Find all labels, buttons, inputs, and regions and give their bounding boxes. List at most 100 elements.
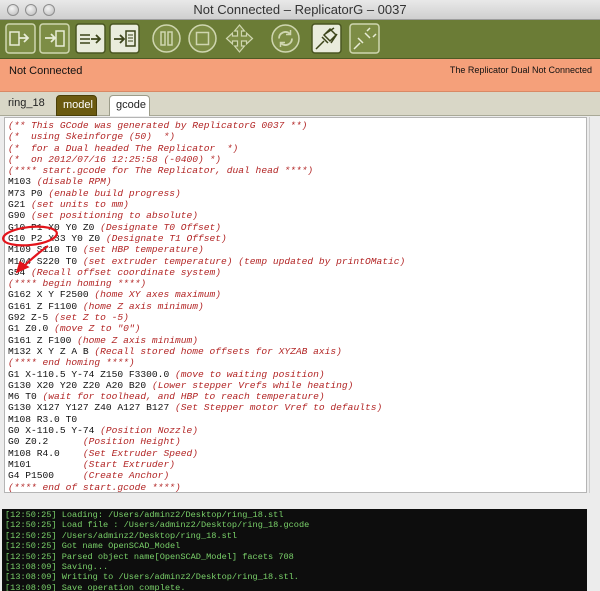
gcode-comment: (Start Extruder) [82, 458, 175, 470]
zoom-window-icon[interactable] [43, 4, 55, 16]
gcode-line: (* on 2012/07/16 12:25:58 (-0400) *) [8, 154, 586, 165]
gcode-line: G0 X-110.5 Y-74 (Position Nozzle) [8, 425, 586, 436]
gcode-comment: (Designate T1 Offset) [105, 232, 227, 244]
gcode-line: M109 S110 T0 (set HBP temperature) [8, 244, 586, 255]
status-bar: Not Connected The Replicator Dual Not Co… [0, 59, 600, 92]
tab-gcode[interactable]: gcode [109, 95, 150, 116]
gcode-comment: (set HBP temperature) [82, 244, 204, 256]
build-to-file-icon [75, 23, 106, 54]
gcode-command: G4 P1500 [8, 470, 83, 482]
gcode-comment: (Recall offset coordinate system) [31, 266, 222, 278]
gcode-line: G1 X-110.5 Y-74 Z150 F3300.0 (move to wa… [8, 369, 586, 380]
minimize-window-icon[interactable] [25, 4, 37, 16]
gcode-command: G10 P1 X0 Y0 Z0 [8, 221, 101, 233]
gcode-line: G130 X127 Y127 Z40 A127 B127 (Set Steppe… [8, 402, 586, 413]
gcode-comment: (Lower stepper Vrefs while heating) [151, 379, 354, 391]
gcode-command: G92 Z-5 [8, 312, 55, 324]
gcode-comment: (Recall stored home offsets for XYZAB ax… [94, 345, 342, 357]
gcode-command: M132 X Y Z A B [8, 345, 95, 357]
gcode-comment: (* for a Dual headed The Replicator *) [8, 142, 239, 154]
gcode-comment: (set positioning to absolute) [31, 210, 198, 222]
gcode-comment: (**** end homing ****) [8, 357, 135, 369]
title-bar: Not Connected – ReplicatorG – 0037 [0, 0, 600, 20]
gcode-line: (**** end homing ****) [8, 357, 586, 368]
gcode-line: G161 Z F100 (home Z axis minimum) [8, 335, 586, 346]
stop-icon [188, 24, 217, 53]
gcode-comment: (Set Extruder Speed) [82, 447, 198, 459]
console-line: [13:08:09] Saving... [5, 561, 109, 572]
gcode-line: M103 (disable RPM) [8, 176, 586, 187]
gcode-line: (* for a Dual headed The Replicator *) [8, 143, 586, 154]
pause-button[interactable] [151, 23, 182, 54]
gcode-command: M103 [8, 176, 37, 188]
gcode-line: M73 P0 (enable build progress) [8, 188, 586, 199]
control-panel-button[interactable] [224, 23, 255, 54]
build-button[interactable] [5, 23, 36, 54]
gcode-command: G161 Z F1100 [8, 300, 83, 312]
gcode-line: G130 X20 Y20 Z20 A20 B20 (Lower stepper … [8, 380, 586, 391]
gcode-command: G161 Z F100 [8, 334, 78, 346]
gcode-command: M108 R4.0 [8, 447, 83, 459]
gcode-command: G1 X-110.5 Y-74 Z150 F3300.0 [8, 368, 175, 380]
gcode-comment: (home Z axis minimum) [77, 334, 198, 346]
gcode-line: G54 (Recall offset coordinate system) [8, 267, 586, 278]
build-to-file-button[interactable] [75, 23, 106, 54]
console-line: [12:50:25] /Users/adminz2/Desktop/ring_1… [5, 530, 238, 541]
stop-button[interactable] [187, 23, 218, 54]
split-divider[interactable] [0, 493, 600, 509]
tab-model[interactable]: model [56, 95, 97, 116]
reset-button[interactable] [270, 23, 301, 54]
gcode-command: M104 S220 T0 [8, 255, 83, 267]
gcode-line: G92 Z-5 (set Z to -5) [8, 312, 586, 323]
gcode-comment: (**** begin homing ****) [8, 278, 147, 290]
gcode-comment: (**** end of start.gcode ****) [8, 481, 181, 493]
gcode-command: G0 X-110.5 Y-74 [8, 425, 101, 437]
gcode-command: G130 X20 Y20 Z20 A20 B20 [8, 379, 152, 391]
gcode-comment: (move Z to "0") [54, 323, 141, 335]
move-icon [225, 24, 254, 53]
tab-bar: ring_18 model gcode [0, 92, 600, 116]
gcode-editor[interactable]: (** This GCode was generated by Replicat… [4, 117, 587, 493]
gcode-comment: (enable build progress) [48, 187, 181, 199]
console-log: [12:50:25] Loading: /Users/adminz2/Deskt… [2, 509, 587, 591]
upload-button[interactable] [39, 23, 70, 54]
gcode-line: G161 Z F1100 (home Z axis minimum) [8, 301, 586, 312]
file-name: ring_18 [8, 97, 45, 109]
gcode-line: M108 R3.0 T0 [8, 414, 586, 425]
gcode-command: G10 P2 X33 Y0 Z0 [8, 232, 106, 244]
gcode-comment: (set Z to -5) [54, 312, 129, 324]
gcode-comment: (wait for toolhead, and HBP to reach tem… [42, 391, 325, 403]
generate-gcode-icon [109, 23, 140, 54]
gcode-comment: (Create Anchor) [82, 470, 170, 482]
gcode-comment: (Position Height) [82, 436, 181, 448]
gcode-command: G54 [8, 266, 32, 278]
connection-status: Not Connected [9, 65, 83, 77]
gcode-comment: (move to waiting position) [174, 368, 325, 380]
gcode-comment: (* using Skeinforge (50) *) [8, 131, 175, 143]
reset-icon [271, 24, 300, 53]
gcode-line: (**** end of start.gcode ****) [8, 482, 586, 493]
gcode-comment: (set extruder temperature) (temp updated… [82, 255, 406, 267]
gcode-line: M104 S220 T0 (set extruder temperature) … [8, 256, 586, 267]
gcode-line: G10 P2 X33 Y0 Z0 (Designate T1 Offset) [8, 233, 586, 244]
window-title: Not Connected – ReplicatorG – 0037 [193, 2, 407, 17]
pause-icon [152, 24, 181, 53]
gcode-command: G90 [8, 210, 32, 222]
console-scrollbar[interactable] [589, 509, 600, 591]
disconnect-icon [349, 23, 380, 54]
generate-gcode-button[interactable] [109, 23, 140, 54]
gcode-comment: (Designate T0 Offset) [100, 221, 222, 233]
console-line: [12:50:25] Parsed object name[OpenSCAD_M… [5, 551, 294, 562]
console-line: [12:50:25] Got name OpenSCAD_Model [5, 541, 181, 552]
gcode-line: G90 (set positioning to absolute) [8, 210, 586, 221]
gcode-line: (**** start.gcode for The Replicator, du… [8, 165, 586, 176]
connect-button[interactable] [311, 23, 342, 54]
close-window-icon[interactable] [7, 4, 19, 16]
disconnect-button[interactable] [349, 23, 380, 54]
build-icon [5, 23, 36, 54]
console-line: [13:08:09] Writing to /Users/adminz2/Des… [5, 572, 299, 583]
gcode-comment: (home XY axes maximum) [94, 289, 222, 301]
gcode-line: G0 Z0.2 (Position Height) [8, 436, 586, 447]
editor-scrollbar[interactable] [589, 117, 600, 493]
gcode-command: M108 R3.0 T0 [8, 413, 78, 425]
